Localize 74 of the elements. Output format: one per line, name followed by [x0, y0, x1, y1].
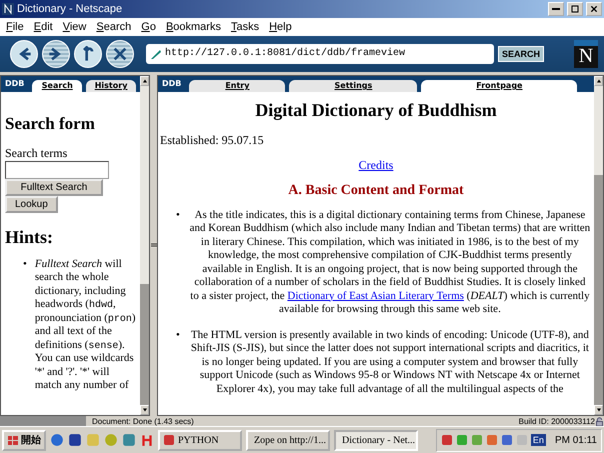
reload-button[interactable]: [74, 40, 102, 68]
tray-icon: [456, 434, 468, 446]
scroll-up-icon: [142, 78, 148, 84]
scrollbar[interactable]: [140, 76, 149, 416]
list-bullet: •: [176, 328, 180, 342]
menu-item[interactable]: File: [6, 20, 24, 33]
stop-button[interactable]: [106, 40, 134, 68]
menu-item[interactable]: Edit: [34, 20, 53, 33]
task-button[interactable]: PYTHON: [158, 430, 242, 451]
brand-label: DDB: [162, 79, 182, 88]
lock-icon: [595, 416, 604, 426]
back-button[interactable]: [10, 40, 38, 68]
status-message: Document: Done (1.43 secs): [91, 416, 195, 426]
task-button[interactable]: Dictionary - Net...: [334, 430, 418, 451]
tray-icon: [440, 434, 453, 446]
clock: PM 01:11: [554, 434, 597, 446]
list-bullet: •: [23, 258, 27, 272]
fulltext-search-button[interactable]: Fulltext Search: [5, 178, 103, 196]
grip-icon: [150, 242, 156, 248]
hints-heading: Hints:: [5, 226, 54, 248]
close-icon: [590, 4, 598, 13]
search-button[interactable]: SEARCH: [498, 46, 544, 62]
credits-link[interactable]: Credits: [358, 158, 394, 172]
scroll-up-icon: [596, 78, 602, 84]
language-indicator[interactable]: En: [530, 434, 546, 446]
menu-item[interactable]: Help: [269, 20, 292, 33]
character-icon: [140, 433, 154, 448]
page-pen-icon: [150, 48, 162, 60]
tab[interactable]: Frontpage: [421, 80, 578, 92]
maximize-icon: [571, 4, 579, 13]
tab[interactable]: History: [86, 80, 136, 92]
section-heading: A. Basic Content and Format: [287, 182, 465, 198]
menu-item[interactable]: Go: [141, 20, 156, 33]
search-terms-field[interactable]: [5, 160, 109, 178]
tab[interactable]: Search: [32, 80, 82, 92]
scroll-down-icon: [142, 407, 148, 414]
window-title: Dictionary - Netscape: [17, 2, 124, 15]
build-id: Build ID: 2000033112: [518, 416, 595, 426]
scroll-down-icon: [596, 407, 602, 414]
tab[interactable]: Settings: [289, 80, 418, 92]
start-button[interactable]: 開始: [2, 430, 46, 451]
tab[interactable]: Entry: [189, 80, 286, 92]
forward-button[interactable]: [42, 40, 70, 68]
stop-x-icon: [112, 46, 128, 62]
menu-item[interactable]: Search: [96, 20, 132, 33]
windows-flag-icon: [7, 434, 19, 446]
close-button[interactable]: [586, 2, 602, 16]
tray-icon: [500, 434, 513, 446]
tray-icon: [486, 434, 498, 446]
minimize-button[interactable]: [548, 2, 564, 16]
address-field[interactable]: http://127.0.0.1:8081/dict/ddb/frameview: [146, 44, 494, 64]
scrollbar[interactable]: [594, 76, 603, 416]
menu-item[interactable]: Bookmarks: [166, 20, 221, 33]
maximize-button[interactable]: [567, 2, 583, 16]
minimize-icon: [552, 8, 560, 10]
dictionary-link[interactable]: Dictionary of East Asian Literary Terms: [287, 290, 464, 302]
section-heading: Search form: [5, 114, 96, 134]
paragraph-text: As the title indicates, this is a digital dictionary containing terms from Chinese, Japanese and Korean Buddhism (which also include many Indian and Tibetan terms) that are written in literary Chinese. This compilation, which was initiated in 1986, is to the best of my knowledge, the most comprehensive compilation of CJK-Buddhist terms presently available in English. It is an ongoing project, that is now being supported through the collaboration of a number of scholars in the field of Buddhist Studies. It is closely linked to a sister project, the Dictionary of East Asian Literary Terms (DEALT) which is currently available for browsing through this same web site.: [188, 208, 591, 316]
menu-item[interactable]: Tasks: [230, 20, 260, 33]
paragraph-text: The HTML version is presently available in two kinds of encoding: Unicode (UTF-8), and Shift-JIS (S-JIS), but since the latter does not support international scripts and diacritics, it is no longer being updated. If you are using a computer system and browser that fully support Unicode (such as Windows 95-8 or Windows NT with Netscape 4x or Internet Explorer 4x), you may take full advantage of all the multilingual aspects of the: [190, 328, 590, 396]
netscape-logo[interactable]: N: [574, 40, 598, 68]
tray-icon: [470, 434, 483, 446]
established-date: Established: 95.07.15: [160, 132, 265, 148]
brand-label: DDB: [5, 79, 24, 88]
lookup-button[interactable]: Lookup: [5, 196, 58, 212]
hint-text: Fulltext Search will search the whole dictionary, including headwords (hdwd, pronounciation (pron) and all text of the definitions (sense). You can use wildcards '*' and '?'. '*' will match any number of: [34, 258, 137, 392]
netscape-icon: [2, 2, 14, 15]
field-label: Search terms: [5, 146, 68, 160]
task-button[interactable]: Zope on http://1...: [246, 430, 330, 451]
page-title: Digital Dictionary of Buddhism: [254, 100, 498, 120]
tray-icon: [516, 434, 528, 446]
app-icon: [163, 434, 175, 446]
menu-item[interactable]: View: [62, 20, 86, 33]
list-bullet: •: [176, 208, 180, 222]
